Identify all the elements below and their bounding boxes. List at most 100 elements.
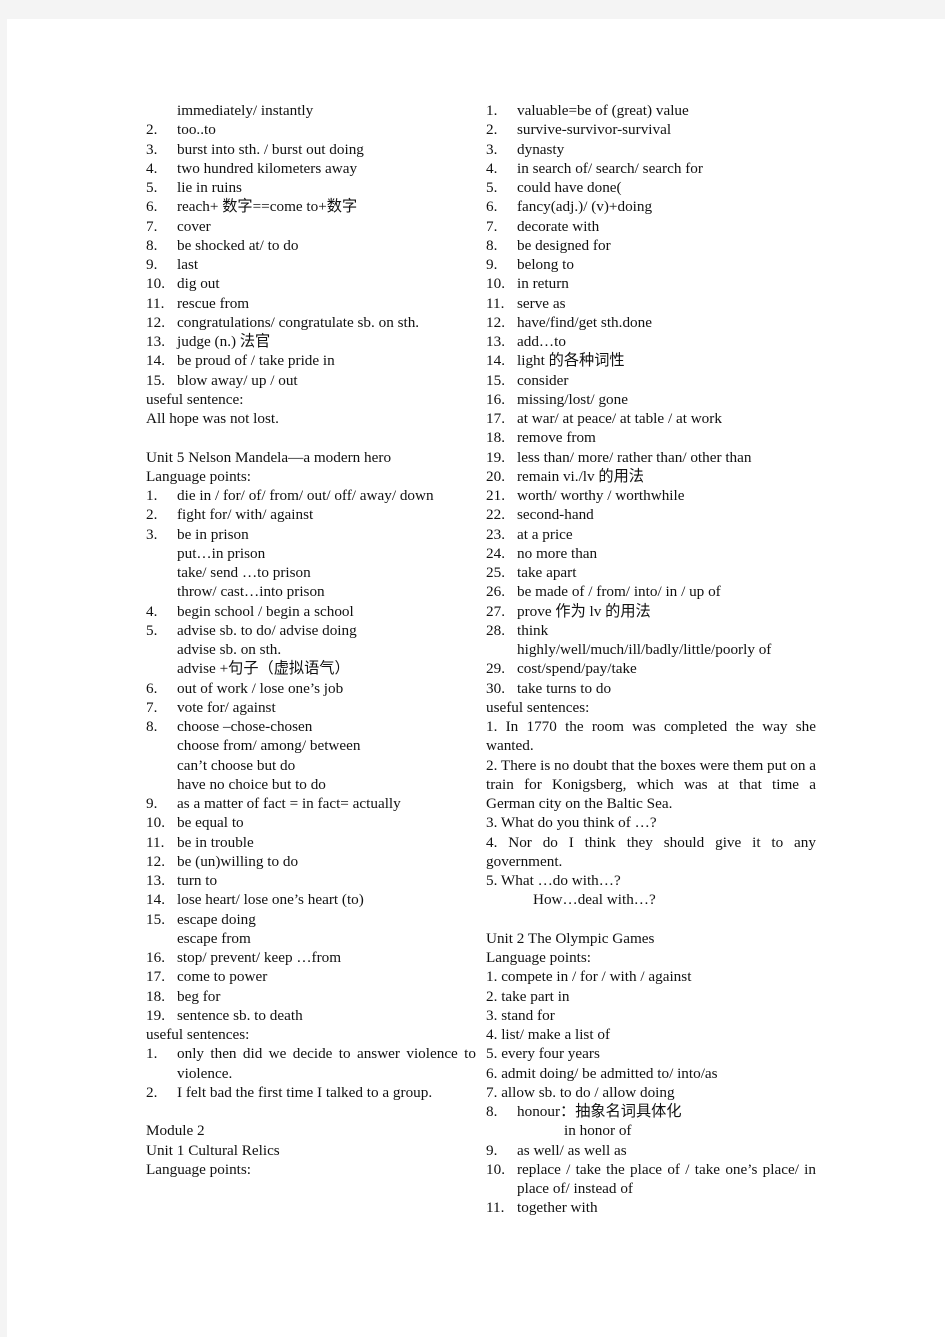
item-text: be (un)willing to do — [177, 852, 299, 870]
item-text: blow away/ up / out — [177, 371, 298, 389]
list-item: 2. survive-survivor-survival — [486, 120, 816, 139]
item-number: 9. — [146, 256, 158, 273]
item-number: 19. — [486, 448, 505, 466]
list-item: 14. be proud of / take pride in — [146, 351, 476, 370]
item-number: 15. — [146, 371, 165, 389]
list-item: 19. less than/ more/ rather than/ other t… — [486, 448, 816, 467]
list-item: 1. die in / for/ of/ from/ out/ off/ away… — [146, 486, 476, 505]
item-number: 3. — [146, 525, 158, 543]
item-number: 1. — [146, 1045, 158, 1063]
module2-title: Module 2 — [146, 1122, 205, 1140]
item-number: 8. — [146, 718, 158, 735]
continuation-line: can’t choose but do — [177, 756, 296, 774]
item-number: 13. — [486, 333, 505, 350]
list-item: 21. worth/ worthy / worthwhile — [486, 486, 816, 505]
useful-sentence: All hope was not lost. — [146, 410, 279, 427]
useful-sentence: 2. There is no doubt that the boxes were… — [486, 756, 820, 813]
continuation-line: immediately/ instantly — [177, 102, 314, 119]
list-item: 6. admit doing/ be admitted to/ into/as — [486, 1064, 718, 1082]
item-text: beg for — [177, 987, 221, 1005]
list-item: 30. take turns to do — [486, 679, 816, 698]
useful-sentence: 3. What do you think of …? — [486, 814, 657, 832]
item-number: 7. — [146, 698, 158, 716]
item-text: fancy(adj.)/ (v)+doing — [517, 198, 653, 216]
item-number: 8. — [486, 236, 498, 254]
module2-unit-title: Unit 1 Cultural Relics — [146, 1141, 280, 1159]
list-item: 15. consider — [486, 371, 816, 390]
item-number: 10. — [146, 275, 165, 293]
item-text: worth/ worthy / worthwhile — [517, 487, 685, 504]
item-number: 16. — [146, 949, 165, 966]
item-number: 17. — [146, 968, 165, 986]
list-item: 14. light 的各种词性 — [486, 351, 816, 370]
item-text: congratulations/ congratulate sb. on sth… — [177, 313, 420, 331]
item-text: be in trouble — [177, 833, 254, 851]
item-text: two hundred kilometers away — [177, 159, 358, 177]
list-item: 16. stop/ prevent/ keep …from — [146, 948, 476, 967]
list-item: 28. think — [486, 621, 816, 640]
item-number: 12. — [486, 313, 505, 331]
item-number: 14. — [146, 891, 165, 909]
item-number: 8. — [146, 236, 158, 254]
list-item: 27. prove 作为 lv 的用法 — [486, 602, 816, 621]
unit2-subtitle: Language points: — [486, 949, 592, 966]
list-item: 17. at war/ at peace/ at table / at work — [486, 409, 816, 428]
item-text: second-hand — [517, 506, 594, 524]
item-text: remain vi./lv 的用法 — [517, 467, 644, 485]
continuation-line: escape from — [177, 929, 251, 947]
item-number: 26. — [486, 583, 505, 601]
unit2-title: Unit 2 The Olympic Games — [486, 929, 655, 947]
item-number: 23. — [486, 525, 505, 543]
item-text: as a matter of fact = in fact= actually — [177, 795, 401, 812]
list-item: 11. serve as — [486, 294, 816, 313]
item-text: be in prison — [177, 525, 249, 543]
list-item: 10. dig out — [146, 274, 476, 293]
item-number: 2. — [486, 121, 498, 139]
item-text: cover — [177, 217, 211, 235]
list-item: 17. come to power — [146, 967, 476, 986]
list-item: 7. allow sb. to do / allow doing — [486, 1083, 675, 1101]
list-item: 6. out of work / lose one’s job — [146, 679, 476, 698]
item-number: 12. — [146, 852, 165, 870]
item-text: decorate with — [517, 217, 600, 235]
list-item: 4. two hundred kilometers away — [146, 159, 476, 178]
list-item: 8. choose –chose-chosen — [146, 717, 476, 736]
item-number: 27. — [486, 602, 505, 620]
list-item: 8. honour：抽象名词具体化 — [486, 1102, 816, 1121]
list-item: 14. lose heart/ lose one’s heart (to) — [146, 890, 476, 909]
item-text: turn to — [177, 872, 218, 889]
item-number: 28. — [486, 621, 505, 639]
list-item: 11. be in trouble — [146, 833, 476, 852]
list-item: 3. burst into sth. / burst out doing — [146, 140, 476, 159]
list-item: 12. congratulations/ congratulate sb. on … — [146, 313, 476, 332]
item-text: less than/ more/ rather than/ other than — [517, 448, 752, 466]
continuation-line: choose from/ among/ between — [177, 737, 361, 755]
item-number: 24. — [486, 544, 505, 562]
item-text: as well/ as well as — [517, 1141, 627, 1159]
item-text: be made of / from/ into/ in / up of — [517, 583, 721, 601]
item-number: 6. — [146, 198, 158, 216]
item-text: remove from — [517, 429, 596, 447]
item-text: reach+ 数字==come to+数字 — [177, 198, 358, 216]
item-text: light 的各种词性 — [517, 352, 625, 370]
list-item: 10. in return — [486, 274, 816, 293]
continuation-line: have no choice but to do — [177, 775, 326, 793]
list-item: 18. beg for — [146, 987, 476, 1006]
item-number: 9. — [486, 256, 498, 273]
item-text: be equal to — [177, 814, 244, 832]
item-text: cost/spend/pay/take — [517, 660, 637, 678]
list-item: 20. remain vi./lv 的用法 — [486, 467, 816, 486]
item-number: 16. — [486, 390, 505, 408]
item-number: 14. — [486, 352, 505, 370]
item-number: 6. — [146, 679, 158, 697]
item-text: take turns to do — [517, 679, 612, 697]
item-text: I felt bad the first time I talked to a … — [177, 1083, 433, 1101]
item-text: together with — [517, 1199, 598, 1217]
continuation-line: throw/ cast…into prison — [177, 583, 325, 601]
item-text: dig out — [177, 275, 220, 293]
item-text: missing/lost/ gone — [517, 390, 628, 408]
item-number: 17. — [486, 410, 505, 427]
item-text: in return — [517, 275, 569, 293]
